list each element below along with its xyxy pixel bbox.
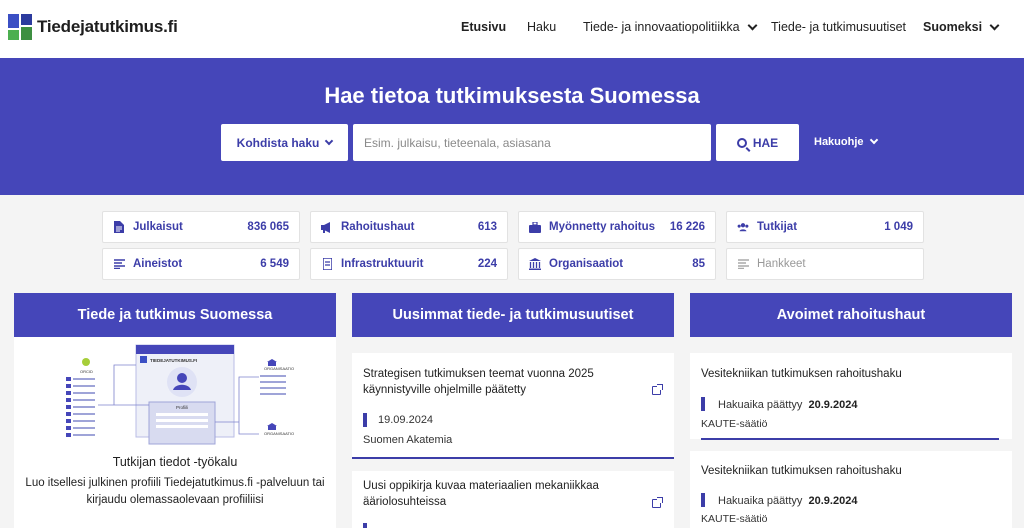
deadline-date: 20.9.2024 (808, 399, 858, 411)
external-link-icon (652, 497, 663, 508)
list-icon (737, 258, 749, 270)
nav-item-innovation-policy[interactable]: Tiede- ja innovaatiopolitiikka (583, 20, 758, 34)
search-help-toggle[interactable]: Hakuohje (814, 135, 878, 148)
deadline-date: 20.9.2024 (808, 495, 858, 507)
section-heading-news: Uusimmat tiede- ja tutkimusuutiset (352, 293, 674, 337)
funding-calls-list: Vesitekniikan tutkimuksen rahoitushaku H… (690, 337, 1012, 528)
funding-call-item[interactable]: Vesitekniikan tutkimuksen rahoitushaku H… (690, 353, 1012, 440)
chevron-down-icon (869, 135, 878, 145)
external-link-icon (652, 384, 663, 395)
illustration-orcid-label: ORCID (80, 369, 93, 374)
users-icon (737, 221, 749, 233)
chevron-down-icon (325, 136, 334, 145)
stat-granted-funding[interactable]: Myönnetty rahoitus 16 226 (518, 211, 716, 243)
list-icon (113, 258, 125, 270)
stat-label: Julkaisut (133, 221, 183, 233)
funding-call-title: Vesitekniikan tutkimuksen rahoitushaku (701, 465, 902, 477)
illustration-org2-label: ORGANISAATIO (264, 431, 294, 436)
section-heading-science-finland: Tiede ja tutkimus Suomessa (14, 293, 336, 337)
megaphone-icon (321, 221, 333, 233)
card-divider (701, 438, 999, 440)
illustration-profile-label: Profiili (176, 405, 188, 410)
server-icon (321, 258, 333, 270)
tool-title: Tutkijan tiedot -työkalu (112, 455, 238, 469)
deadline-row: Hakuaika päättyy 20.9.2024 (718, 399, 857, 411)
stat-label: Myönnetty rahoitus (549, 221, 656, 233)
briefcase-icon (529, 221, 541, 233)
target-search-dropdown[interactable]: Kohdista haku (221, 124, 348, 161)
funder-name: KAUTE-säätiö (701, 513, 768, 525)
stat-count: 613 (477, 221, 497, 233)
logo-text: Tiedejatutkimus.fi (37, 17, 178, 36)
illustration-site-label: TIEDEJATUTKIMUS.FI (150, 358, 197, 363)
site-logo[interactable]: Tiedejatutkimus.fi (8, 14, 178, 40)
funder-name: KAUTE-säätiö (701, 418, 768, 430)
nav-item-news[interactable]: Tiede- ja tutkimusuutiset (771, 20, 906, 34)
search-button-label: HAE (752, 135, 779, 150)
logo-mark-icon (8, 14, 34, 40)
section-heading-open-calls: Avoimet rahoitushaut (690, 293, 1012, 337)
search-icon (736, 137, 747, 148)
stat-count: 836 065 (247, 221, 289, 233)
researcher-profile-illustration: TIEDEJATUTKIMUS.FI Profiili ORCID ORGANI… (66, 344, 294, 445)
building-icon (529, 258, 541, 270)
nav-item-etusivu[interactable]: Etusivu (461, 20, 506, 34)
stat-projects: Hankkeet (726, 248, 924, 280)
search-button[interactable]: HAE (716, 124, 799, 161)
language-label: Suomeksi (923, 20, 983, 34)
date-accent-bar (363, 413, 367, 427)
stat-count: 224 (477, 258, 497, 270)
news-item[interactable]: Uusi oppikirja kuvaa materiaalien mekani… (352, 471, 674, 528)
deadline-label: Hakuaika päättyy (718, 399, 803, 411)
target-search-label: Kohdista haku (236, 135, 320, 150)
document-icon (113, 221, 125, 233)
news-list: Strategisen tutkimuksen teemat vuonna 20… (352, 337, 674, 528)
deadline-accent-bar (701, 397, 705, 411)
deadline-label: Hakuaika päättyy (718, 495, 803, 507)
hero-title: Hae tietoa tutkimuksesta Suomessa (324, 83, 700, 108)
stat-label: Hankkeet (757, 258, 806, 270)
chevron-down-icon (747, 20, 758, 30)
stat-label: Rahoitushaut (341, 221, 415, 233)
language-selector[interactable]: Suomeksi (923, 20, 1000, 34)
stat-count: 16 226 (669, 221, 705, 233)
deadline-row: Hakuaika päättyy 20.9.2024 (718, 495, 857, 507)
news-title: Uusi oppikirja kuvaa materiaalien mekani… (363, 480, 599, 508)
stat-publications[interactable]: Julkaisut 836 065 (102, 211, 300, 243)
stat-count: 85 (692, 258, 705, 270)
news-item[interactable]: Strategisen tutkimuksen teemat vuonna 20… (352, 353, 674, 459)
news-date: 19.09.2024 (378, 414, 434, 426)
stat-label: Tutkijat (757, 221, 798, 233)
stat-count: 6 549 (260, 258, 289, 270)
stat-count: 1 049 (884, 221, 913, 233)
illustration-org1-label: ORGANISAATIO (264, 366, 294, 371)
search-input[interactable] (353, 124, 711, 161)
nav-item-innovation-policy-label: Tiede- ja innovaatiopolitiikka (583, 20, 740, 34)
stat-label: Organisaatiot (549, 258, 624, 270)
search-hero: Hae tietoa tutkimuksesta Suomessa Kohdis… (0, 58, 1024, 195)
funding-call-item[interactable]: Vesitekniikan tutkimuksen rahoitushaku H… (690, 451, 1012, 528)
stat-datasets[interactable]: Aineistot 6 549 (102, 248, 300, 280)
chevron-down-icon (989, 20, 1000, 30)
researcher-tool-card[interactable]: TIEDEJATUTKIMUS.FI Profiili ORCID ORGANI… (14, 337, 336, 528)
stat-infrastructures[interactable]: Infrastruktuurit 224 (310, 248, 508, 280)
date-accent-bar (363, 523, 367, 528)
stat-organisations[interactable]: Organisaatiot 85 (518, 248, 716, 280)
search-help-label: Hakuohje (814, 136, 864, 148)
stat-researchers[interactable]: Tutkijat 1 049 (726, 211, 924, 243)
stat-label: Aineistot (133, 258, 183, 270)
stat-label: Infrastruktuurit (341, 258, 424, 270)
tool-description: Luo itsellesi julkinen profiili Tiedejat… (25, 477, 325, 506)
funding-call-title: Vesitekniikan tutkimuksen rahoitushaku (701, 368, 902, 380)
stat-funding-calls[interactable]: Rahoitushaut 613 (310, 211, 508, 243)
deadline-accent-bar (701, 493, 705, 507)
nav-item-haku[interactable]: Haku (527, 20, 556, 34)
top-navigation-bar: Tiedejatutkimus.fi Etusivu Haku Tiede- j… (0, 0, 1024, 58)
news-title: Strategisen tutkimuksen teemat vuonna 20… (363, 368, 594, 396)
news-source: Suomen Akatemia (363, 434, 453, 446)
